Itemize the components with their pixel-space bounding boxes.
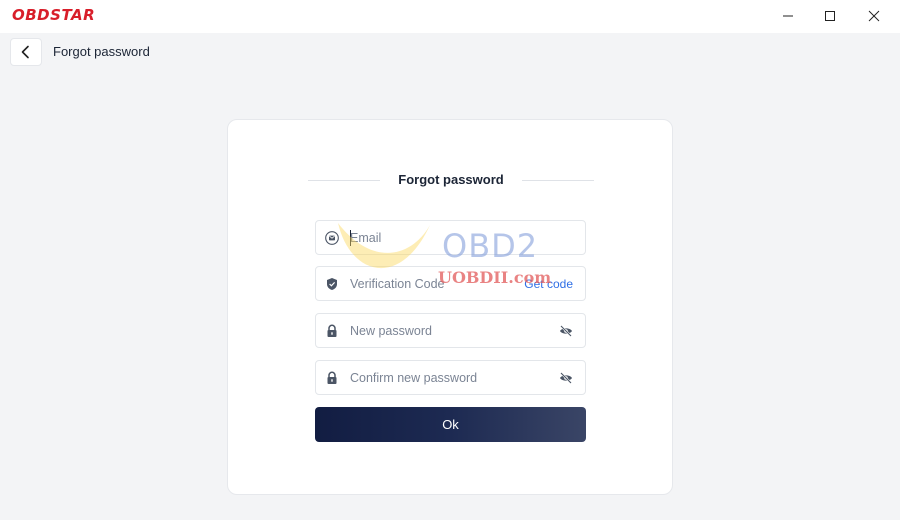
title-divider-right — [522, 180, 594, 181]
minimize-button[interactable] — [766, 0, 810, 32]
card-title-row: Forgot password — [308, 172, 594, 188]
back-button[interactable] — [10, 38, 42, 66]
minimize-icon — [783, 15, 793, 17]
close-icon — [868, 10, 880, 22]
shield-icon — [325, 277, 339, 291]
email-input[interactable] — [350, 228, 520, 248]
lock-icon — [325, 324, 339, 338]
get-code-link[interactable]: Get code — [524, 277, 573, 291]
email-field[interactable] — [315, 220, 586, 255]
ok-button[interactable]: Ok — [315, 407, 586, 442]
close-button[interactable] — [852, 0, 896, 32]
confirm-password-field[interactable] — [315, 360, 586, 395]
lock-icon — [325, 371, 339, 385]
content-area: Forgot password Forgot password Get code — [0, 33, 900, 520]
confirm-password-input[interactable] — [350, 368, 520, 388]
verification-code-field[interactable]: Get code — [315, 266, 586, 301]
verification-code-input[interactable] — [350, 274, 520, 294]
maximize-button[interactable] — [808, 0, 852, 32]
mail-icon — [325, 231, 339, 245]
title-bar: OBDSTAR — [0, 0, 900, 33]
page-title: Forgot password — [53, 44, 150, 59]
maximize-icon — [825, 11, 835, 21]
eye-off-icon[interactable] — [559, 324, 573, 338]
forgot-password-card: Forgot password Get code — [227, 119, 673, 495]
eye-off-icon[interactable] — [559, 371, 573, 385]
new-password-input[interactable] — [350, 321, 520, 341]
obdstar-logo: OBDSTAR — [12, 6, 96, 24]
new-password-field[interactable] — [315, 313, 586, 348]
chevron-left-icon — [21, 45, 29, 59]
